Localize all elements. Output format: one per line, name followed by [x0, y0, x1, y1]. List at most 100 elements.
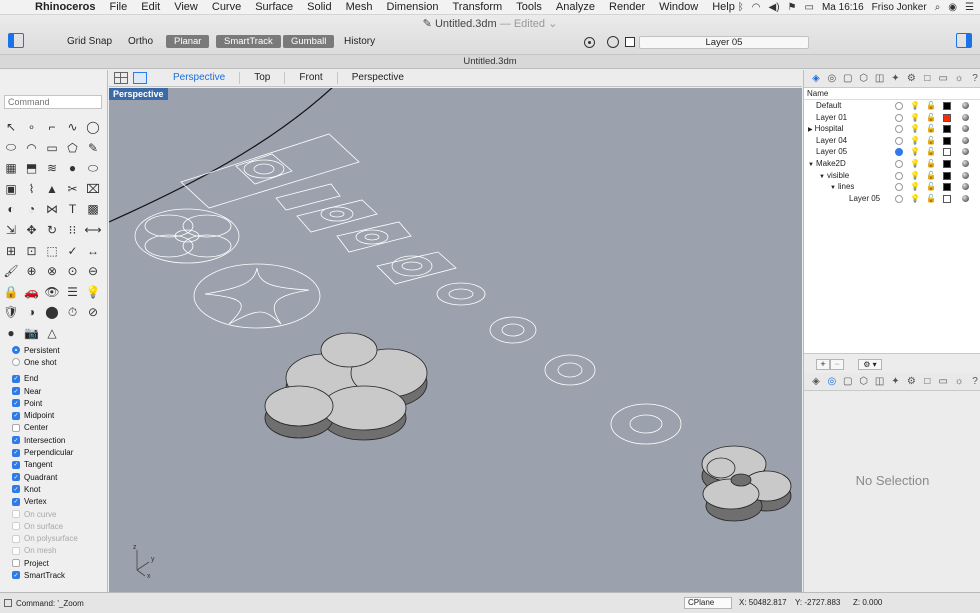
tab-perspective-2[interactable]: Perspective — [338, 72, 418, 84]
box-icon[interactable]: ▣ — [2, 180, 20, 198]
light-icon[interactable]: ✦ — [890, 73, 902, 85]
zoom-window-icon[interactable]: ⊗ — [43, 262, 61, 280]
layer-row[interactable]: ▼ lines 💡 🔓 — [804, 181, 980, 193]
snap-mode-persistent[interactable]: Persistent — [12, 344, 107, 356]
mesh-icon[interactable]: ▩ — [84, 200, 102, 218]
arrow-pointer-icon[interactable]: ↖ — [2, 118, 20, 136]
layer-row[interactable]: ▶ Hospital 💡 🔓 — [804, 123, 980, 135]
current-layer-radio[interactable] — [895, 159, 903, 168]
triangle-icon[interactable]: △ — [43, 324, 61, 342]
circle-tool-icon[interactable]: ◯ — [84, 118, 102, 136]
radio-button[interactable] — [12, 358, 20, 367]
visibility-bulb-icon[interactable]: 💡 — [910, 170, 920, 182]
blend-icon[interactable]: ⋈ — [43, 200, 61, 218]
menu-view[interactable]: View — [167, 0, 205, 15]
checkbox[interactable]: ✓ — [12, 473, 20, 482]
menubar-user[interactable]: Friso Jonker — [872, 2, 927, 13]
radio-button[interactable] — [12, 346, 20, 355]
dimension-icon[interactable]: ↔ — [84, 242, 102, 260]
pipe-icon[interactable]: ⌇ — [23, 180, 41, 198]
snap-center[interactable]: Center — [12, 422, 107, 434]
lock-icon[interactable]: 🔓 — [926, 112, 936, 124]
layer-name-cell[interactable]: Layer 01 — [816, 112, 847, 124]
menu-solid[interactable]: Solid — [300, 0, 338, 15]
checkbox[interactable] — [12, 522, 20, 531]
cplane-select[interactable]: CPlane — [684, 597, 732, 609]
smarttrack-button[interactable]: SmartTrack — [216, 35, 281, 48]
checkbox[interactable]: ✓ — [12, 387, 20, 396]
object-icon[interactable]: ⬡ — [858, 73, 870, 85]
menu-help[interactable]: Help — [705, 0, 742, 15]
current-layer-radio[interactable] — [895, 125, 903, 134]
zoom-in-icon[interactable]: ⊕ — [23, 262, 41, 280]
grid-tool-icon[interactable]: ⊞ — [2, 242, 20, 260]
snap-project[interactable]: Project — [12, 557, 107, 569]
expand-arrow-icon[interactable]: ▶ — [808, 127, 813, 133]
current-layer-field[interactable]: Layer 05 — [639, 35, 809, 49]
material-icon[interactable]: 🛡 — [2, 303, 20, 321]
lock-icon[interactable]: 🔓 — [926, 100, 936, 112]
grid-snap-button[interactable]: Grid Snap — [67, 36, 112, 47]
menu-curve[interactable]: Curve — [205, 0, 248, 15]
layers-icon[interactable]: ◈ — [810, 73, 822, 85]
flag-icon[interactable]: ⚑ — [788, 2, 797, 13]
material-sphere-icon[interactable] — [962, 125, 969, 133]
siri-icon[interactable]: ◉ — [948, 2, 957, 13]
checkbox[interactable]: ✓ — [12, 374, 20, 383]
collapse-arrow-icon[interactable]: ▼ — [808, 162, 814, 168]
sun-icon[interactable]: ☼ — [953, 73, 965, 85]
checkbox[interactable]: ✓ — [12, 571, 20, 580]
tab-top[interactable]: Top — [240, 72, 286, 84]
layer-name-cell[interactable]: Layer 05 — [849, 193, 880, 205]
checkbox[interactable]: ✓ — [12, 436, 20, 445]
monitor-icon[interactable]: ▭ — [937, 73, 949, 85]
layer-row[interactable]: Layer 04 💡 🔓 — [804, 135, 980, 147]
library-icon[interactable]: ⚙ — [905, 73, 917, 85]
boolean-icon[interactable]: ◐ — [2, 200, 20, 218]
layer-options-gear-icon[interactable]: ⚙ ▾ — [858, 359, 882, 370]
snap-end[interactable]: ✓ End — [12, 373, 107, 385]
solid-flower-large[interactable] — [264, 332, 428, 441]
menu-edit[interactable]: Edit — [134, 0, 167, 15]
material-sphere-icon[interactable] — [962, 136, 969, 144]
snap-on-surface[interactable]: On surface — [12, 520, 107, 532]
check-icon[interactable]: ✓ — [64, 242, 82, 260]
block-icon[interactable]: ⬚ — [43, 242, 61, 260]
layer-color-swatch[interactable] — [943, 148, 951, 157]
gumball-button[interactable]: Gumball — [283, 35, 335, 48]
rotate-icon[interactable]: ↻ — [43, 221, 61, 239]
ortho-button[interactable]: Ortho — [128, 36, 153, 47]
visibility-bulb-icon[interactable]: 💡 — [910, 123, 920, 135]
wifi-icon[interactable]: ◠ — [752, 2, 761, 13]
spotlight-icon[interactable]: ⌕ — [935, 2, 941, 13]
checkbox[interactable]: ✓ — [12, 497, 20, 506]
viewport-label[interactable]: Perspective — [109, 88, 168, 100]
history-icon[interactable]: ⏱ — [64, 303, 82, 321]
layer-color-swatch[interactable] — [943, 136, 951, 145]
camera-icon[interactable]: ◫ — [874, 376, 886, 388]
add-layer-button[interactable]: + — [816, 359, 830, 370]
layer-name-cell[interactable]: Default — [816, 100, 841, 112]
sphere-icon[interactable]: ● — [64, 159, 82, 177]
cone-icon[interactable]: ▲ — [43, 180, 61, 198]
layer-row[interactable]: ▼ visible 💡 🔓 — [804, 170, 980, 182]
extrude-icon[interactable]: ⬒ — [23, 159, 41, 177]
lock-icon[interactable]: 🔓 — [926, 135, 936, 147]
layer-row[interactable]: Default 💡 🔓 — [804, 100, 980, 112]
checkbox[interactable]: ✓ — [12, 399, 20, 408]
record-icon[interactable] — [607, 36, 619, 48]
left-sidebar-toggle-icon[interactable] — [8, 33, 24, 48]
lock-icon[interactable]: 🔓 — [926, 181, 936, 193]
layout-icon[interactable]: □ — [921, 73, 933, 85]
visibility-bulb-icon[interactable]: 💡 — [910, 135, 920, 147]
layers-icon[interactable]: ◈ — [810, 376, 822, 388]
current-layer-radio[interactable] — [895, 194, 903, 203]
fillet-icon[interactable]: ◔ — [23, 200, 41, 218]
visibility-bulb-icon[interactable]: 💡 — [910, 158, 920, 170]
layer-row[interactable]: Layer 05 💡 🔓 — [804, 193, 980, 205]
library-icon[interactable]: ⚙ — [905, 376, 917, 388]
layer-name-cell[interactable]: Layer 05 — [816, 146, 847, 158]
checkbox[interactable] — [12, 534, 20, 543]
layer-color-swatch[interactable] — [943, 102, 951, 110]
volume-icon[interactable]: ◀) — [769, 2, 780, 13]
